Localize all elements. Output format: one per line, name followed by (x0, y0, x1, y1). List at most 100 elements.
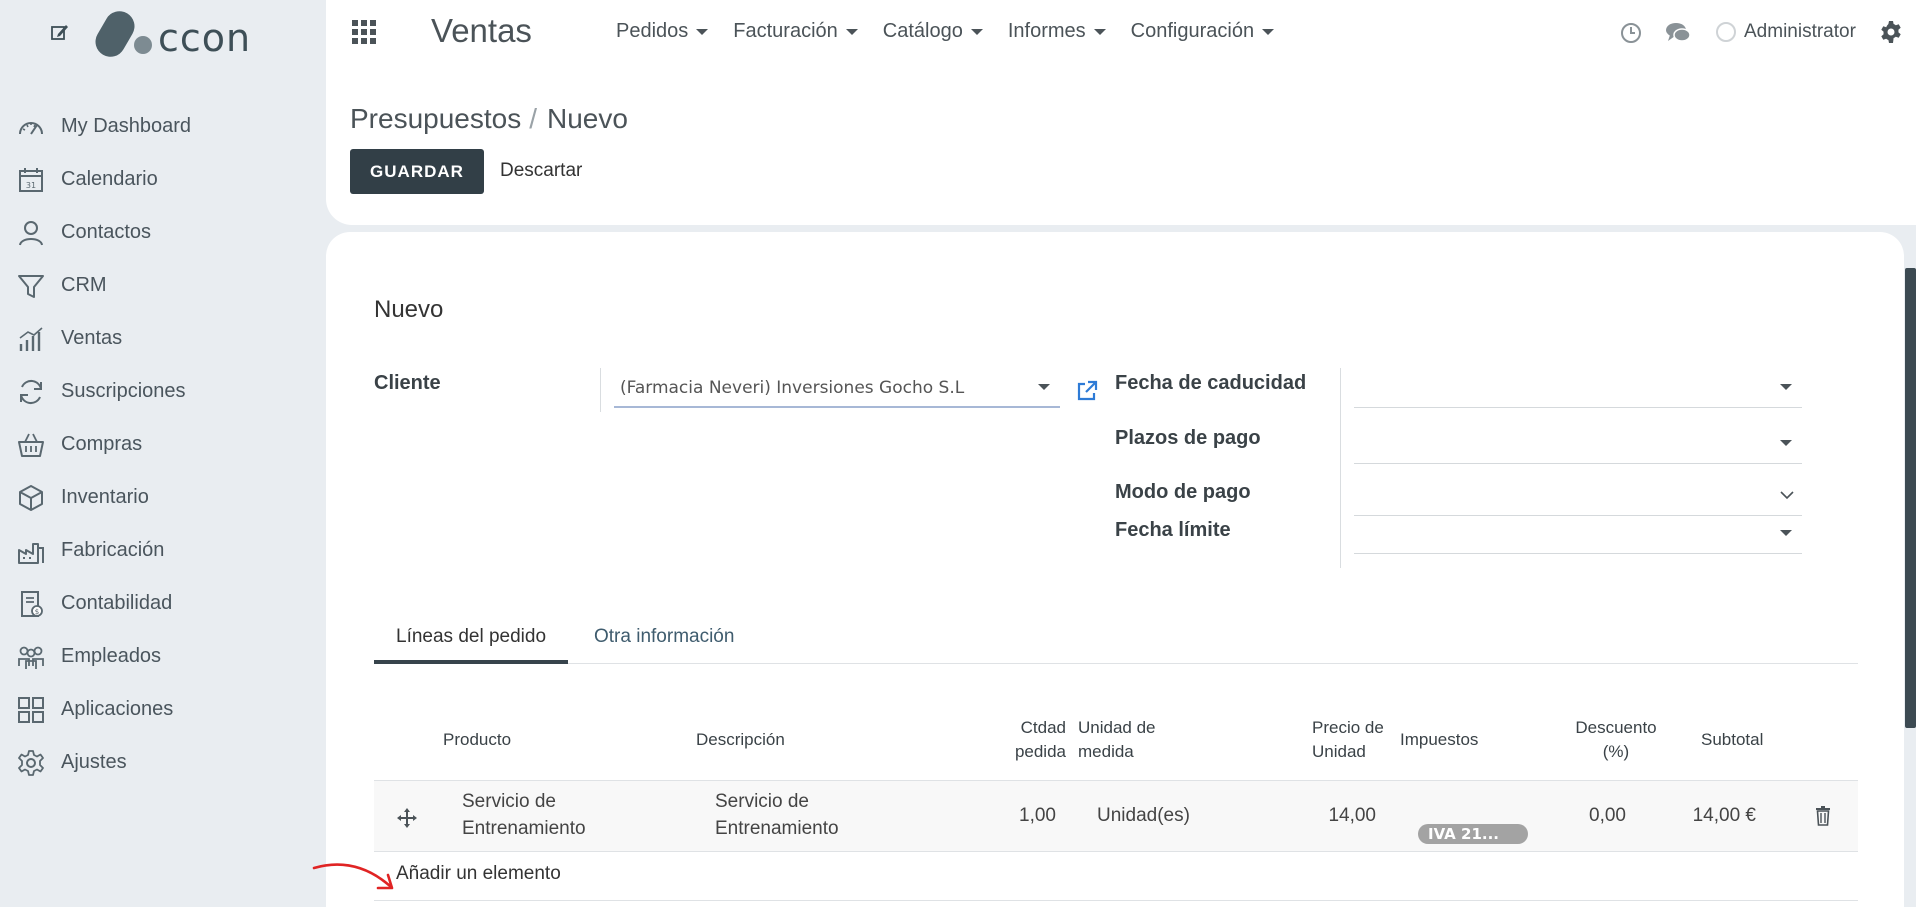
row-uom[interactable]: Unidad(es) (1097, 802, 1190, 829)
sidebar-item-empleados[interactable]: Empleados (0, 630, 326, 683)
sidebar-item-compras[interactable]: Compras (0, 418, 326, 471)
sidebar-item-contabilidad[interactable]: $ Contabilidad (0, 577, 326, 630)
sidebar-item-calendario[interactable]: 31 Calendario (0, 153, 326, 206)
row-discount[interactable]: 0,00 (1526, 802, 1626, 829)
sidebar-item-inventario[interactable]: Inventario (0, 471, 326, 524)
invoice-icon: $ (21, 590, 43, 617)
row-description[interactable]: Servicio de Entrenamiento (715, 788, 839, 842)
col-uom[interactable]: Unidad de medida (1078, 716, 1156, 764)
col-product[interactable]: Producto (443, 728, 511, 752)
factory-icon (18, 542, 44, 564)
payment-terms-caret[interactable] (1780, 440, 1792, 446)
basket-icon (18, 433, 44, 457)
tab-other-info[interactable]: Otra información (572, 612, 756, 664)
caret-down-icon (845, 28, 858, 35)
sidebar-item-aplicaciones[interactable]: Aplicaciones (0, 683, 326, 736)
caret-down-icon (1262, 28, 1275, 35)
sidebar: ccon My Dashboard 31 Calendario Contactos CR… (0, 0, 326, 907)
gear-icon[interactable] (1879, 20, 1903, 44)
discard-button[interactable]: Descartar (500, 160, 582, 182)
notebook-tabs: Líneas del pedido Otra información (374, 612, 1858, 664)
refresh-icon (20, 379, 42, 404)
expiry-date-label: Fecha de caducidad (1115, 372, 1307, 394)
sidebar-item-my-dashboard[interactable]: My Dashboard (0, 100, 326, 153)
chevron-down-icon[interactable] (1780, 488, 1794, 502)
sidebar-item-suscripciones[interactable]: Suscripciones (0, 365, 326, 418)
row-subtotal: 14,00 € (1692, 805, 1756, 826)
col-description[interactable]: Descripción (696, 728, 785, 752)
breadcrumb-current: Nuevo (547, 103, 628, 134)
sidebar-item-contactos[interactable]: Contactos (0, 206, 326, 259)
customer-field[interactable]: (Farmacia Neveri) Inversiones Gocho S.L (614, 368, 1060, 408)
tax-badge[interactable]: IVA 21... (1418, 824, 1528, 844)
payment-terms-field[interactable] (1354, 424, 1802, 464)
save-button[interactable]: GUARDAR (350, 149, 484, 194)
team-icon (18, 646, 44, 669)
apps-grid-icon[interactable] (352, 20, 376, 44)
sidebar-item-label: Fabricación (61, 539, 165, 561)
caret-down-icon (1093, 28, 1106, 35)
external-link-icon[interactable] (1076, 380, 1098, 402)
sidebar-item-label: Inventario (61, 486, 149, 508)
annotation-arrow-icon (312, 863, 394, 890)
caret-down-icon (696, 28, 709, 35)
sidebar-item-label: Contabilidad (61, 592, 173, 614)
customer-dropdown-caret[interactable] (1038, 384, 1050, 390)
top-navbar: Ventas Pedidos Facturación Catálogo Informe… (326, 0, 1916, 68)
deadline-label: Fecha límite (1115, 519, 1231, 541)
col-subtotal[interactable]: Subtotal (1701, 728, 1763, 752)
tab-order-lines[interactable]: Líneas del pedido (374, 612, 569, 664)
sidebar-item-label: CRM (61, 274, 107, 296)
deadline-caret[interactable] (1780, 530, 1792, 536)
payment-terms-label: Plazos de pago (1115, 427, 1261, 449)
deadline-field[interactable] (1354, 514, 1802, 554)
add-line-link[interactable]: Añadir un elemento (396, 863, 561, 885)
user-menu[interactable]: Administrator (1744, 21, 1856, 43)
payment-mode-label: Modo de pago (1115, 481, 1251, 503)
sidebar-item-ajustes[interactable]: Ajustes (0, 736, 326, 789)
apps-grid-icon (18, 696, 44, 723)
breadcrumb-parent[interactable]: Presupuestos (350, 103, 521, 134)
col-discount[interactable]: Descuento (%) (1566, 716, 1666, 764)
sidebar-item-label: Aplicaciones (61, 698, 174, 720)
clock-icon[interactable] (1620, 22, 1642, 44)
sidebar-item-label: Ventas (61, 327, 123, 349)
company-logo: ccon (90, 5, 251, 63)
row-qty[interactable]: 1,00 (956, 802, 1056, 829)
sidebar-item-crm[interactable]: CRM (0, 259, 326, 312)
col-taxes[interactable]: Impuestos (1400, 728, 1478, 752)
sidebar-item-fabricacion[interactable]: Fabricación (0, 524, 326, 577)
chat-icon[interactable] (1665, 21, 1691, 45)
customer-label: Cliente (374, 372, 441, 394)
gear-icon (18, 749, 44, 776)
form-sheet: Nuevo Cliente (Farmacia Neveri) Inversio… (326, 232, 1904, 907)
breadcrumb-separator: / (529, 103, 537, 134)
row-product[interactable]: Servicio de Entrenamiento (462, 788, 586, 842)
dashboard-icon (19, 121, 43, 135)
col-qty[interactable]: Ctdad pedida (966, 716, 1066, 764)
menu-configuracion[interactable]: Configuración (1131, 20, 1275, 43)
payment-mode-select[interactable] (1354, 476, 1802, 516)
sidebar-item-ventas[interactable]: Ventas (0, 312, 326, 365)
menu-facturacion[interactable]: Facturación (733, 20, 858, 43)
drag-handle-icon[interactable] (396, 807, 418, 829)
scrollbar-thumb[interactable] (1905, 268, 1916, 728)
expiry-date-caret[interactable] (1780, 384, 1792, 390)
svg-text:$: $ (35, 608, 39, 616)
trash-icon[interactable] (1815, 806, 1831, 826)
expiry-date-field[interactable] (1354, 368, 1802, 408)
sidebar-item-label: Contactos (61, 221, 152, 243)
col-unit-price[interactable]: Precio de Unidad (1312, 716, 1384, 764)
edit-icon[interactable] (50, 22, 70, 42)
menu-catalogo[interactable]: Catálogo (883, 20, 983, 43)
svg-text:31: 31 (26, 181, 36, 190)
menu-informes[interactable]: Informes (1008, 20, 1106, 43)
row-price[interactable]: 14,00 (1276, 802, 1376, 829)
menu-pedidos[interactable]: Pedidos (616, 20, 709, 43)
user-avatar[interactable] (1716, 22, 1736, 42)
control-panel: Presupuestos / Nuevo GUARDAR Descartar (326, 68, 1916, 225)
box-icon (19, 484, 43, 511)
sidebar-item-label: Ajustes (61, 751, 127, 773)
sidebar-item-label: Suscripciones (61, 380, 186, 402)
sidebar-item-label: Compras (61, 433, 143, 455)
